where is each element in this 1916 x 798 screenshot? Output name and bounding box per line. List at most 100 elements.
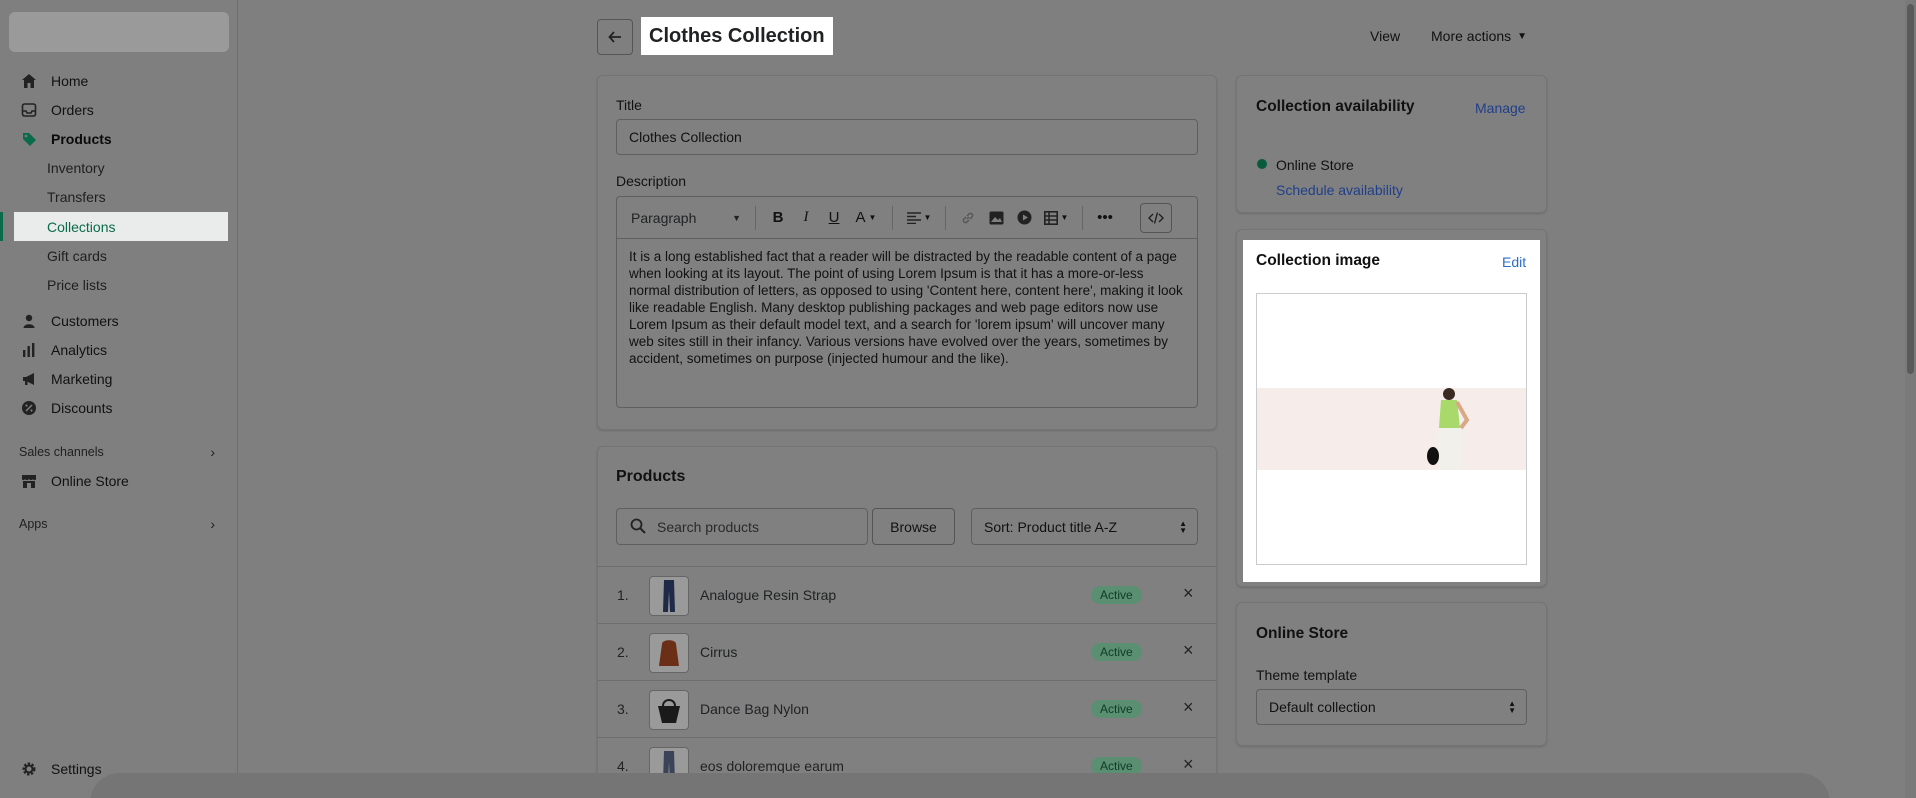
more-horizontal-icon[interactable]: ••• xyxy=(1091,204,1119,232)
store-logo[interactable] xyxy=(9,12,229,52)
apps-label: Apps xyxy=(19,517,48,531)
remove-icon[interactable]: × xyxy=(1183,583,1194,604)
status-badge: Active xyxy=(1091,586,1142,604)
description-editor[interactable]: It is a long established fact that a rea… xyxy=(616,238,1198,408)
bold-icon[interactable]: B xyxy=(764,204,792,232)
remove-icon[interactable]: × xyxy=(1183,640,1194,661)
page-header: Clothes Collection View More actions ▼ xyxy=(597,17,1547,56)
sidebar-item-analytics[interactable]: Analytics xyxy=(14,335,228,364)
sidebar-item-orders[interactable]: Orders xyxy=(14,95,228,124)
tag-icon xyxy=(19,129,39,149)
view-button[interactable]: View xyxy=(1370,28,1400,44)
sidebar-subitem-transfers[interactable]: Transfers xyxy=(47,182,106,211)
caret-down-icon: ▼ xyxy=(732,212,741,223)
search-icon xyxy=(630,518,646,537)
collection-image-heading: Collection image xyxy=(1256,252,1381,269)
product-name[interactable]: Dance Bag Nylon xyxy=(700,701,809,717)
search-input[interactable]: Search products xyxy=(616,508,868,545)
manage-link[interactable]: Manage xyxy=(1475,100,1526,116)
sort-select[interactable]: Sort: Product title A-Z ▲ ▼ xyxy=(971,508,1198,545)
more-actions-button[interactable]: More actions ▼ xyxy=(1431,28,1527,44)
home-icon xyxy=(19,71,39,91)
table-row[interactable]: 2. Cirrus Active × xyxy=(597,623,1216,680)
remove-icon[interactable]: × xyxy=(1183,754,1194,775)
sidebar-item-label: Online Store xyxy=(51,472,129,489)
sidebar-item-online-store[interactable]: Online Store xyxy=(14,466,228,495)
text-color-icon[interactable]: A ▼ xyxy=(848,204,884,232)
sidebar-item-home[interactable]: Home xyxy=(14,66,228,95)
theme-template-select[interactable]: Default collection ▲ ▼ xyxy=(1256,689,1527,725)
sidebar-subitem-inventory[interactable]: Inventory xyxy=(47,153,105,182)
sidebar: Home Orders Products Inventory Transfers… xyxy=(0,0,238,798)
browse-button[interactable]: Browse xyxy=(872,508,955,545)
sidebar-item-label: Discounts xyxy=(51,399,113,416)
sidebar-item-products[interactable]: Products xyxy=(14,124,228,153)
apps-header[interactable]: Apps › xyxy=(19,516,215,532)
edit-link[interactable]: Edit xyxy=(1502,254,1526,270)
sort-select-value: Sort: Product title A-Z xyxy=(984,518,1118,535)
remove-icon[interactable]: × xyxy=(1183,697,1194,718)
model-image xyxy=(1427,388,1470,470)
bar-chart-icon xyxy=(19,340,39,360)
sidebar-item-label: Home xyxy=(51,72,89,89)
online-store-heading: Online Store xyxy=(1256,625,1349,642)
sidebar-item-marketing[interactable]: Marketing xyxy=(14,364,228,393)
product-thumbnail xyxy=(649,633,689,673)
table-icon[interactable]: ▼ xyxy=(1038,204,1074,232)
sidebar-item-label: Customers xyxy=(51,312,119,329)
title-input[interactable]: Clothes Collection xyxy=(616,119,1198,155)
product-name[interactable]: Cirrus xyxy=(700,644,737,660)
megaphone-icon xyxy=(19,369,39,389)
italic-icon[interactable]: I xyxy=(792,204,820,232)
paragraph-select-value: Paragraph xyxy=(631,209,697,226)
more-actions-label: More actions xyxy=(1431,28,1512,44)
toolbar-divider xyxy=(1082,205,1083,230)
sidebar-item-label: Marketing xyxy=(51,370,113,387)
product-thumbnail xyxy=(649,576,689,616)
sidebar-item-label: Products xyxy=(51,130,112,147)
product-name[interactable]: Analogue Resin Strap xyxy=(700,587,836,603)
code-view-icon[interactable] xyxy=(1140,202,1172,233)
sales-channels-label: Sales channels xyxy=(19,445,104,459)
schedule-availability-link[interactable]: Schedule availability xyxy=(1276,182,1403,198)
product-thumbnail xyxy=(649,690,689,730)
chevron-right-icon: › xyxy=(210,444,215,460)
image-icon[interactable] xyxy=(982,204,1010,232)
sidebar-item-label: Settings xyxy=(51,760,102,777)
orders-icon xyxy=(19,100,39,120)
collection-image-frame[interactable] xyxy=(1256,293,1527,565)
contextual-save-bar xyxy=(90,773,1830,798)
person-icon xyxy=(19,311,39,331)
chevron-right-icon: › xyxy=(210,516,215,532)
sidebar-subitem-price-lists[interactable]: Price lists xyxy=(47,270,107,299)
select-arrows-icon: ▲ ▼ xyxy=(1179,518,1187,535)
product-name[interactable]: eos doloremque earum xyxy=(700,758,844,774)
sidebar-subitem-collections[interactable]: Collections xyxy=(14,212,228,241)
sidebar-item-discounts[interactable]: Discounts xyxy=(14,393,228,422)
sales-channels-header[interactable]: Sales channels › xyxy=(19,444,215,460)
arrow-left-icon xyxy=(608,31,621,43)
paragraph-select[interactable]: Paragraph ▼ xyxy=(631,210,741,226)
table-row[interactable]: 3. Dance Bag Nylon Active × xyxy=(597,680,1216,737)
channel-name: Online Store xyxy=(1276,157,1354,173)
theme-template-label: Theme template xyxy=(1256,667,1358,683)
underline-icon[interactable]: U xyxy=(820,204,848,232)
link-icon[interactable] xyxy=(954,204,982,232)
sidebar-subitem-gift-cards[interactable]: Gift cards xyxy=(47,241,107,270)
table-row[interactable]: 1. Analogue Resin Strap Active × xyxy=(597,566,1216,623)
scrollbar[interactable] xyxy=(1905,0,1916,798)
sidebar-item-customers[interactable]: Customers xyxy=(14,306,228,335)
gear-icon xyxy=(19,759,39,779)
toolbar-divider xyxy=(945,205,946,230)
video-icon[interactable] xyxy=(1010,204,1038,232)
scrollbar-thumb[interactable] xyxy=(1907,4,1914,374)
page-title: Clothes Collection xyxy=(641,17,833,55)
back-button[interactable] xyxy=(597,19,633,55)
align-icon[interactable]: ▼ xyxy=(901,204,937,232)
title-label: Title xyxy=(616,97,642,113)
row-number: 3. xyxy=(617,701,629,717)
row-number: 4. xyxy=(617,758,629,774)
status-dot-icon xyxy=(1257,159,1267,169)
toolbar-divider xyxy=(755,205,756,230)
